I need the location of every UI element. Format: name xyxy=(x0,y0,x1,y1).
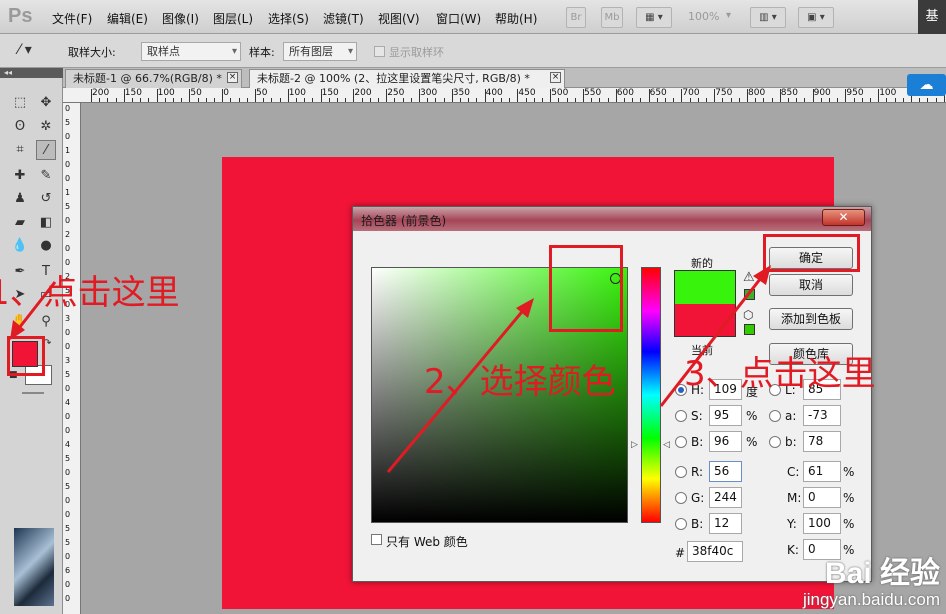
step3-annotation: 3、点击这里 xyxy=(684,354,876,394)
step3-highlight-box xyxy=(763,234,860,272)
step2-annotation: 2、选择颜色 xyxy=(424,362,616,402)
watermark-brand: Bai 经验 xyxy=(824,557,940,590)
step1-annotation: 1、点击这里 xyxy=(0,273,180,313)
step1-highlight-box xyxy=(7,336,45,376)
step2-highlight-box xyxy=(549,245,623,332)
cloud-icon[interactable]: ☁ xyxy=(907,74,946,96)
watermark-url: jingyan.baidu.com xyxy=(802,590,940,609)
baidu-watermark: Bai 经验 jingyan.baidu.com xyxy=(803,558,940,610)
